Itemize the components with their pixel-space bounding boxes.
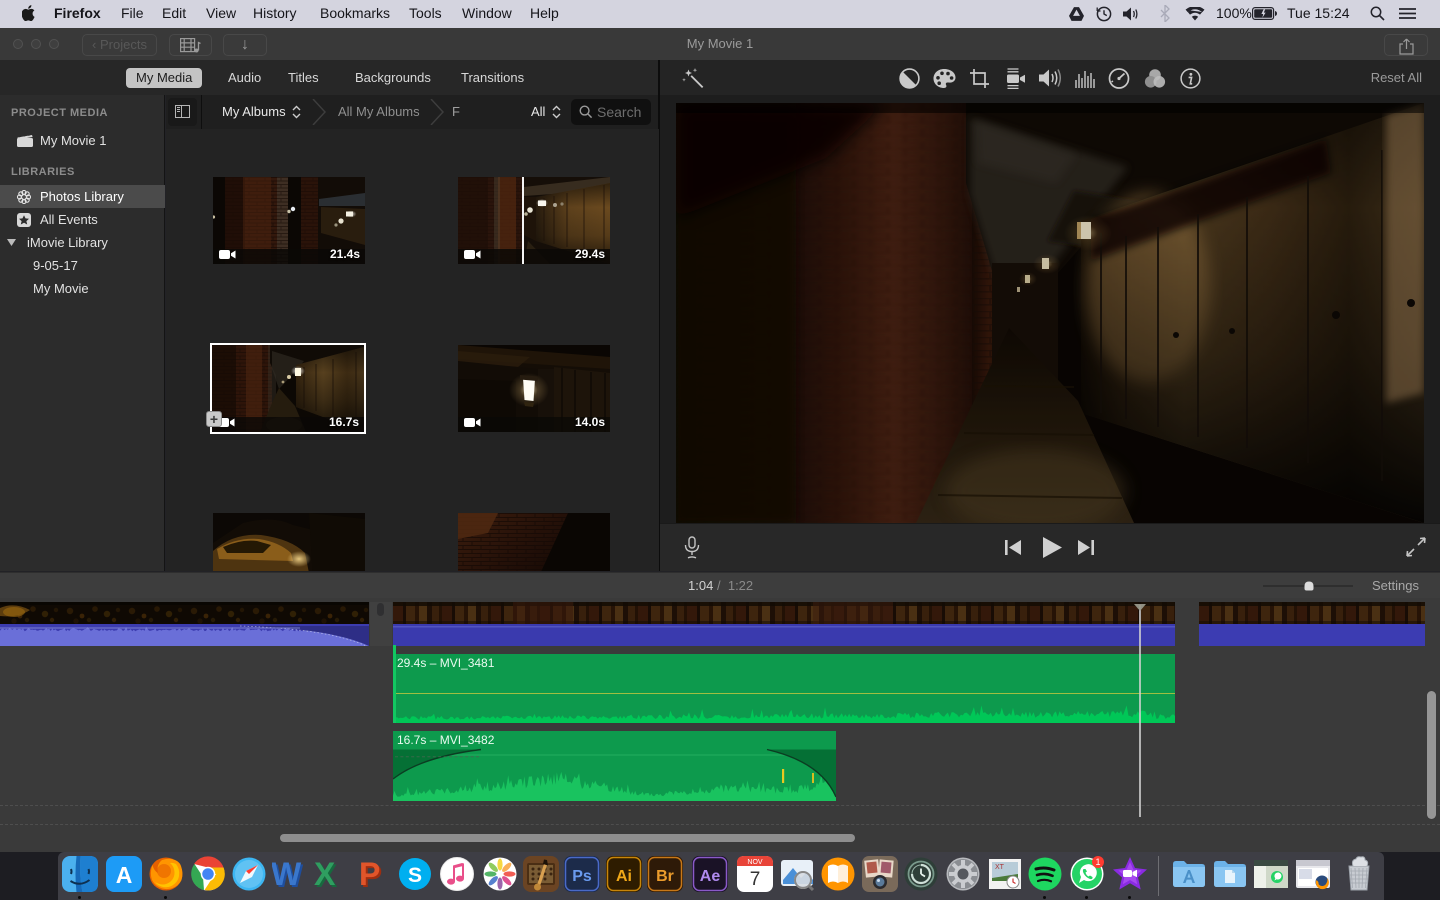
svg-text:7: 7 [750, 869, 761, 890]
svg-text:X: X [314, 856, 336, 892]
svg-text:1: 1 [1095, 857, 1100, 867]
svg-text:P: P [359, 856, 380, 892]
svg-text:W: W [272, 856, 302, 892]
svg-text:Ae: Ae [700, 868, 721, 885]
svg-text:Br: Br [656, 868, 674, 885]
svg-text:S: S [408, 864, 422, 887]
svg-text:A: A [116, 862, 133, 888]
svg-text:Ps: Ps [572, 868, 592, 885]
svg-text:NOV: NOV [747, 859, 763, 866]
svg-text:XT: XT [995, 864, 1005, 871]
svg-text:Ai: Ai [616, 868, 632, 885]
